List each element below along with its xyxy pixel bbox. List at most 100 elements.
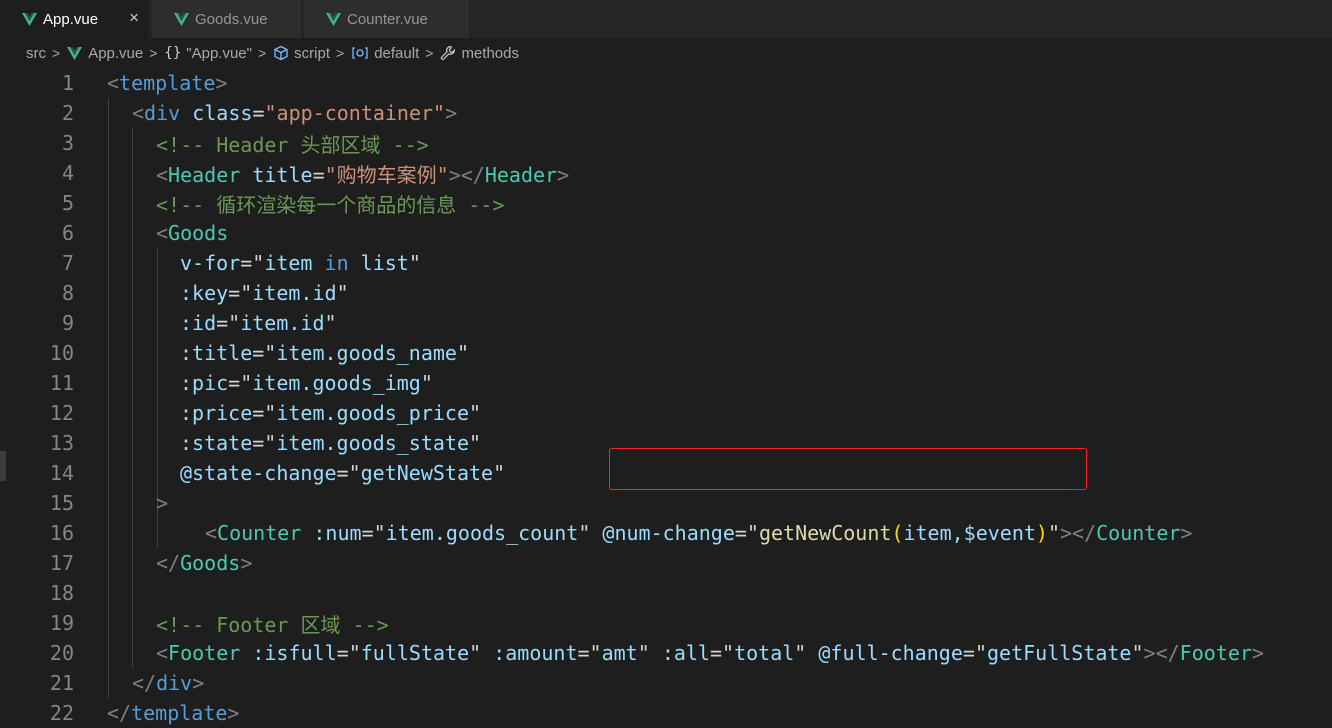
line-number: 6 — [61, 221, 74, 245]
token: = — [336, 641, 349, 665]
token: " — [794, 641, 807, 665]
token: > — [156, 491, 169, 515]
token: " — [637, 641, 650, 665]
code-line[interactable]: 16 <Counter :num="item.goods_count" @num… — [0, 518, 1332, 548]
code-line[interactable]: 7 v-for="item in list" — [0, 248, 1332, 278]
token: > — [557, 162, 570, 187]
code-line[interactable]: 18 — [0, 578, 1332, 608]
token: Counter — [217, 521, 302, 545]
token: in — [324, 251, 349, 275]
token: " — [1131, 641, 1144, 665]
token: :num — [313, 521, 362, 545]
token: = — [709, 641, 723, 665]
token: </ — [107, 701, 132, 725]
token: ></ — [1060, 521, 1097, 545]
token: = — [577, 641, 590, 665]
token: = — [252, 101, 265, 125]
code-line[interactable]: 15 > — [0, 488, 1332, 518]
token: :amount — [493, 641, 578, 665]
token: getNewState — [360, 461, 494, 485]
token: item,$event — [903, 521, 1036, 545]
token: > — [1180, 521, 1193, 545]
code-line[interactable]: 6 <Goods — [0, 218, 1332, 248]
line-number: 14 — [49, 461, 74, 485]
breadcrumb-default[interactable]: default — [351, 45, 419, 62]
token: item.id — [240, 311, 325, 335]
token: Goods — [168, 221, 229, 245]
code-line[interactable]: 5 <!-- 循环渲染每一个商品的信息 --> — [0, 188, 1332, 218]
close-icon[interactable]: × — [129, 9, 139, 27]
code-line[interactable]: 11 :pic="item.goods_img" — [0, 368, 1332, 398]
code-editor[interactable]: 1 <template> 2 <div class="app-container… — [0, 68, 1332, 727]
breadcrumb-label: default — [374, 44, 420, 62]
token: Header — [484, 162, 558, 187]
token: ) — [1035, 521, 1048, 545]
editor-tab-bar: App.vue × Goods.vue Counter.vue — [0, 0, 1332, 38]
code-line[interactable]: 22 </template> — [0, 698, 1332, 728]
token: amt — [601, 641, 638, 665]
code-line[interactable]: 20 <Footer :isfull="fullState" :amount="… — [0, 638, 1332, 668]
breadcrumb-label: methods — [461, 44, 519, 62]
code-line[interactable]: 2 <div class="app-container"> — [0, 98, 1332, 128]
token: > — [192, 671, 205, 695]
token: " — [722, 641, 735, 665]
token: item — [264, 251, 313, 275]
token: " — [589, 641, 602, 665]
breadcrumb-file[interactable]: App.vue — [67, 45, 143, 62]
line-number: 21 — [49, 671, 74, 695]
code-line[interactable]: 17 </Goods> — [0, 548, 1332, 578]
code-line[interactable]: 3 <!-- Header 头部区域 --> — [0, 128, 1332, 158]
code-line[interactable]: 8 :key="item.id" — [0, 278, 1332, 308]
breadcrumb-object[interactable]: {} "App.vue" — [164, 45, 252, 62]
token: template — [131, 701, 228, 725]
token: = — [240, 251, 253, 275]
comment: <!-- Footer 区域 --> — [156, 612, 389, 637]
token: = — [336, 461, 349, 485]
chevron-right-icon: > — [52, 45, 61, 61]
code-line[interactable]: 10 :title="item.goods_name" — [0, 338, 1332, 368]
chevron-right-icon: > — [425, 45, 434, 61]
line-number: 22 — [49, 701, 74, 725]
tab-label: Counter.vue — [347, 10, 428, 28]
line-number: 12 — [49, 401, 74, 425]
tab-counter-vue[interactable]: Counter.vue — [304, 0, 470, 38]
token: item.goods_price — [276, 401, 469, 425]
tab-goods-vue[interactable]: Goods.vue — [152, 0, 302, 38]
token: v-for — [180, 251, 241, 275]
token: > — [215, 71, 228, 95]
token: list — [360, 251, 409, 275]
token: " — [578, 521, 591, 545]
breadcrumb-label: "App.vue" — [186, 44, 252, 62]
breadcrumb-src[interactable]: src — [26, 45, 46, 62]
vue-icon — [326, 12, 341, 26]
token: = — [734, 521, 747, 545]
token: = — [962, 641, 975, 665]
token: :state — [180, 431, 253, 455]
code-line[interactable]: 9 :id="item.id" — [0, 308, 1332, 338]
line-number: 9 — [61, 311, 74, 335]
breadcrumb-script[interactable]: script — [273, 45, 330, 62]
code-line[interactable]: 12 :price="item.goods_price" — [0, 398, 1332, 428]
line-number: 4 — [61, 161, 74, 185]
token: " — [240, 371, 253, 395]
token: " — [746, 521, 759, 545]
code-line[interactable]: 21 </div> — [0, 668, 1332, 698]
cube-icon — [273, 45, 289, 61]
code-line[interactable]: 13 :state="item.goods_state" — [0, 428, 1332, 458]
token: " — [974, 641, 987, 665]
code-line[interactable]: 4 <Header title="购物车案例"></Header> — [0, 158, 1332, 188]
token: div — [156, 671, 193, 695]
token: " — [348, 461, 361, 485]
tab-app-vue[interactable]: App.vue × — [0, 0, 150, 38]
breadcrumb-methods[interactable]: methods — [440, 45, 519, 62]
line-number: 13 — [49, 431, 74, 455]
token: total — [734, 641, 795, 665]
token: :pic — [180, 371, 229, 395]
token: item.id — [252, 281, 337, 305]
token: :title — [180, 341, 253, 365]
token: ></ — [448, 162, 485, 187]
code-line[interactable]: 14 @state-change="getNewState" — [0, 458, 1332, 488]
code-line[interactable]: 19 <!-- Footer 区域 --> — [0, 608, 1332, 638]
wrench-icon — [440, 45, 456, 61]
code-line[interactable]: 1 <template> — [0, 68, 1332, 98]
